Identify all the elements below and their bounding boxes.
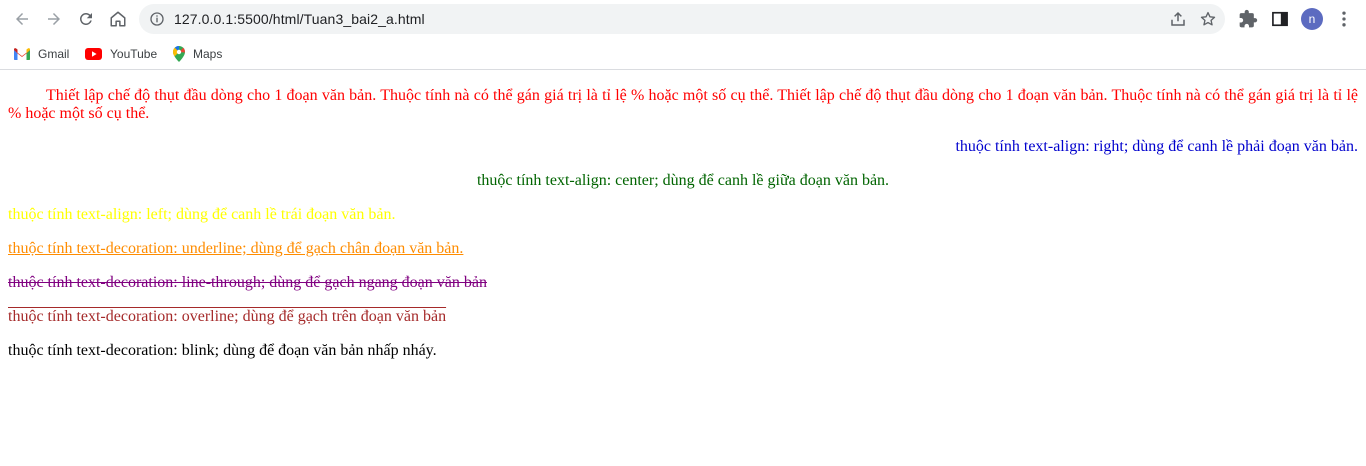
forward-button[interactable] <box>40 5 68 33</box>
bookmark-gmail[interactable]: Gmail <box>14 43 69 65</box>
maps-icon <box>173 46 185 62</box>
side-panel-icon[interactable] <box>1270 9 1290 29</box>
bookmarks-bar: Gmail YouTube Maps <box>0 38 1366 70</box>
youtube-icon <box>85 48 102 60</box>
paragraph-align-left: thuộc tính text-align: left; dùng để can… <box>8 206 396 223</box>
arrow-right-icon <box>48 13 60 25</box>
paragraph-underline: thuộc tính text-decoration: underline; d… <box>8 240 464 257</box>
paragraph-blink: thuộc tính text-decoration: blink; dùng … <box>8 342 437 359</box>
paragraph-align-center: thuộc tính text-align: center; dùng để c… <box>476 172 890 189</box>
address-bar[interactable]: 127.0.0.1:5500/html/Tuan3_bai2_a.html <box>139 4 1225 34</box>
back-button[interactable] <box>8 5 36 33</box>
home-icon <box>110 11 126 27</box>
kebab-menu-icon[interactable] <box>1334 9 1354 29</box>
bookmark-label: YouTube <box>110 47 158 61</box>
home-button[interactable] <box>104 5 132 33</box>
bookmark-label: Gmail <box>38 47 70 61</box>
star-icon[interactable] <box>1199 10 1217 28</box>
arrow-left-icon <box>16 13 28 25</box>
browser-toolbar: 127.0.0.1:5500/html/Tuan3_bai2_a.html n <box>0 0 1366 38</box>
paragraph-align-right: thuộc tính text-align: right; dùng để ca… <box>955 138 1358 155</box>
profile-avatar[interactable]: n <box>1301 8 1323 30</box>
url-text[interactable]: 127.0.0.1:5500/html/Tuan3_bai2_a.html <box>174 11 425 27</box>
reload-icon <box>79 12 92 25</box>
page-content: Thiết lập chế độ thụt đầu dòng cho 1 đoạ… <box>0 70 1366 466</box>
paragraph-line-through: thuộc tính text-decoration: line-through… <box>8 274 487 291</box>
share-icon[interactable] <box>1169 10 1187 28</box>
info-icon[interactable] <box>149 11 165 27</box>
paragraph-overline: thuộc tính text-decoration: overline; dù… <box>8 308 447 325</box>
bookmark-maps[interactable]: Maps <box>173 43 222 65</box>
paragraph-text-indent: Thiết lập chế độ thụt đầu dòng cho 1 đoạ… <box>8 87 1358 122</box>
reload-button[interactable] <box>72 5 100 33</box>
bookmark-youtube[interactable]: YouTube <box>85 43 157 65</box>
puzzle-icon[interactable] <box>1238 9 1258 29</box>
gmail-icon <box>14 48 30 60</box>
bookmark-label: Maps <box>193 47 223 61</box>
